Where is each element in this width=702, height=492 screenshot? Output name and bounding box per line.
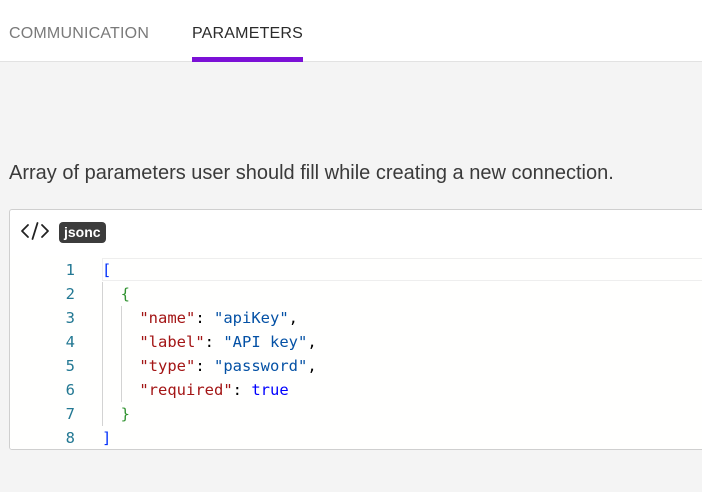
active-tab-indicator: [192, 57, 304, 62]
code-token-str: "apiKey": [214, 309, 289, 327]
code-token-brace: {: [120, 285, 131, 303]
code-token-key: "name": [139, 309, 196, 327]
code-token-bracket: [: [102, 261, 112, 279]
code-token-key: "label": [139, 333, 205, 351]
code-token-key: "required": [139, 381, 233, 399]
code-token-punct: :: [232, 381, 252, 399]
line-content: [: [102, 258, 111, 282]
code-line: 5 "type": "password",: [10, 354, 702, 378]
code-line: 3 "name": "apiKey",: [10, 306, 702, 330]
code-token-bracket: ]: [102, 429, 112, 447]
language-badge: jsonc: [59, 222, 106, 243]
code-block: jsonc 1[2 {3 "name": "apiKey", 4 "label":…: [9, 209, 702, 450]
line-number: 8: [65, 429, 75, 447]
line-number: 2: [65, 285, 75, 303]
tab-communication-label: COMMUNICATION: [9, 25, 150, 42]
tab-parameters-label: PARAMETERS: [192, 25, 304, 42]
code-token-punct: ,: [288, 309, 298, 327]
code-token-punct: ,: [307, 333, 317, 351]
line-content: }: [102, 402, 130, 426]
line-number: 1: [65, 261, 75, 279]
code-token-punct: ,: [307, 357, 317, 375]
code-token-str: "API key": [223, 333, 308, 351]
code-line: 4 "label": "API key",: [10, 330, 702, 354]
line-content: "required": true: [102, 378, 289, 402]
parameters-description: Array of parameters user should fill whi…: [9, 162, 614, 184]
code-line: 6 "required": true: [10, 378, 702, 402]
code-token-punct: :: [195, 309, 214, 327]
code-line: 2 {: [10, 282, 702, 306]
code-line: 8]: [10, 426, 702, 449]
tab-parameters[interactable]: PARAMETERS: [192, 0, 304, 62]
code-block-header: jsonc: [10, 210, 702, 256]
tab-communication[interactable]: COMMUNICATION: [9, 0, 149, 62]
line-number: 4: [65, 333, 75, 351]
code-line: 1[: [10, 258, 702, 282]
line-content: "name": "apiKey",: [102, 306, 298, 330]
code-token-key: "type": [139, 357, 196, 375]
line-content: "type": "password",: [102, 354, 317, 378]
line-content: ]: [102, 426, 112, 449]
line-content: "label": "API key",: [102, 330, 317, 354]
line-number: 7: [65, 405, 75, 423]
line-number: 6: [65, 381, 75, 399]
code-editor[interactable]: 1[2 {3 "name": "apiKey", 4 "label": "API …: [10, 256, 702, 449]
code-line: 7 }: [10, 402, 702, 426]
code-token-punct: :: [204, 333, 224, 351]
code-icon: [20, 220, 50, 242]
code-token-punct: :: [195, 357, 214, 375]
line-number: 5: [65, 357, 75, 375]
line-content: {: [102, 282, 130, 306]
line-number: 3: [65, 309, 75, 327]
code-token-str: "password": [214, 357, 308, 375]
code-token-brace: }: [120, 405, 131, 423]
code-token-bool: true: [251, 381, 289, 399]
tab-bar: COMMUNICATION PARAMETERS: [0, 0, 702, 62]
